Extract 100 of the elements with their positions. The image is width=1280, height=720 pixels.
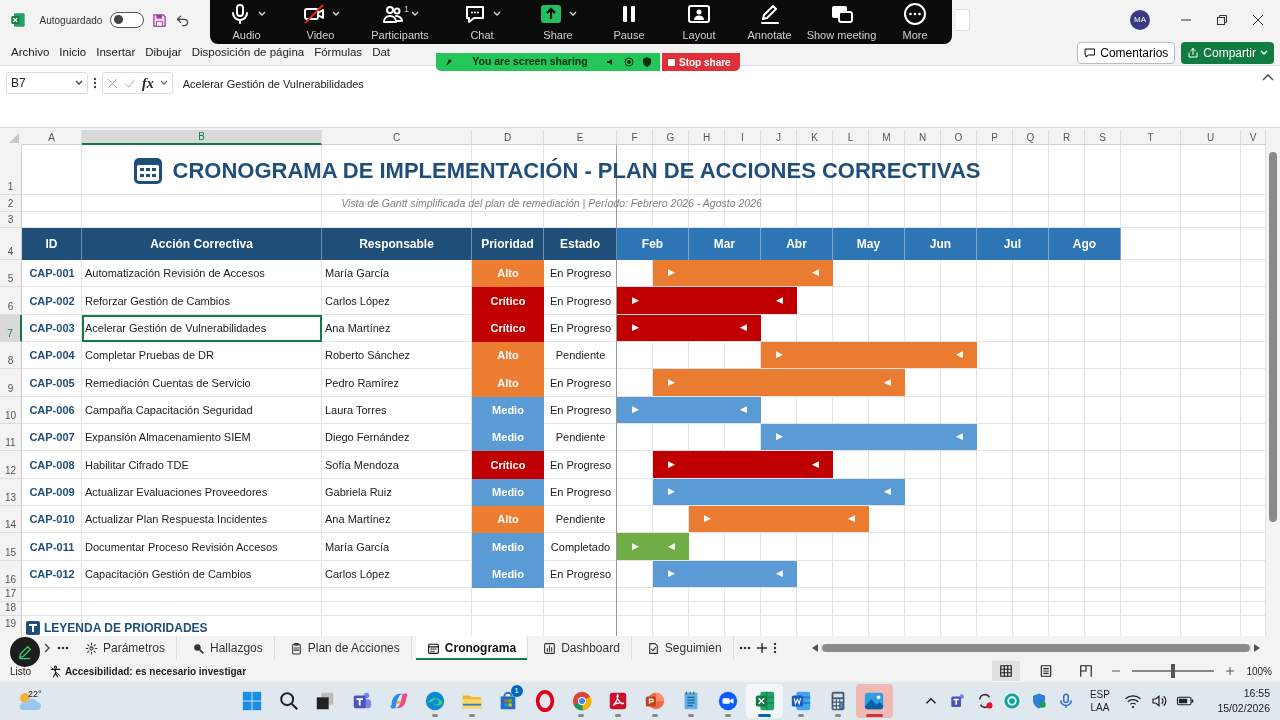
sheet-tab[interactable]: Seguimien bbox=[635, 636, 734, 660]
toolbar-button[interactable]: Layout bbox=[664, 0, 734, 44]
column-header[interactable]: D bbox=[472, 130, 544, 145]
clock[interactable]: 16:55 15/02/2026 bbox=[1217, 686, 1270, 716]
table-cell[interactable]: Completar Pruebas de DR bbox=[82, 342, 322, 370]
table-cell-text: Pendiente bbox=[554, 430, 607, 446]
table-cell-text: Pendiente bbox=[554, 348, 607, 364]
table-cell[interactable]: Actualizar Plan Respuesta Incidentes bbox=[82, 505, 322, 534]
row-header[interactable]: 8 bbox=[0, 342, 22, 370]
column-header[interactable]: K bbox=[797, 130, 833, 145]
sheet-tab[interactable]: Hallazgos bbox=[181, 636, 275, 660]
menu-item[interactable]: Insertar bbox=[91, 43, 141, 62]
row-header[interactable]: 19 bbox=[0, 615, 22, 636]
column-header[interactable]: F bbox=[617, 130, 653, 145]
menu-item[interactable]: Fórmulas bbox=[309, 43, 368, 62]
menu-item[interactable]: Inicio bbox=[54, 43, 92, 62]
toolbar-button[interactable]: Annotate bbox=[734, 0, 805, 44]
column-header[interactable]: O bbox=[941, 130, 977, 145]
table-cell-text: Laura Torres bbox=[324, 403, 388, 419]
toolbar-button[interactable]: More bbox=[878, 0, 952, 44]
column-header[interactable]: Q bbox=[1013, 130, 1049, 145]
column-header[interactable]: A bbox=[22, 130, 82, 145]
toolbar-button[interactable]: Chat bbox=[442, 0, 522, 44]
table-cell[interactable]: Expansión Almacenamiento SIEM bbox=[82, 423, 322, 452]
row-header[interactable]: 14 bbox=[0, 505, 22, 534]
menu-item[interactable]: Archivo bbox=[6, 43, 55, 62]
row-header[interactable]: 13 bbox=[0, 478, 22, 506]
row-header[interactable]: 6 bbox=[0, 287, 22, 315]
column-header[interactable]: S bbox=[1085, 130, 1121, 145]
insert-function-button[interactable]: fx bbox=[142, 72, 154, 94]
stop-share-button[interactable]: Stop share bbox=[662, 53, 740, 71]
column-header[interactable]: C bbox=[322, 130, 472, 145]
menu-item[interactable]: Disposición de página bbox=[186, 43, 310, 62]
column-header[interactable]: H bbox=[689, 130, 725, 145]
toolbar-button[interactable]: Share bbox=[522, 0, 594, 44]
column-header[interactable]: N bbox=[905, 130, 941, 145]
column-header[interactable]: E bbox=[544, 130, 617, 145]
row-header[interactable]: 5 bbox=[0, 260, 22, 288]
table-cell-text: CAP-008 bbox=[28, 457, 76, 473]
menu-item[interactable]: Dibujar bbox=[140, 43, 187, 62]
column-header[interactable]: L bbox=[833, 130, 869, 145]
row-header[interactable]: 12 bbox=[0, 451, 22, 479]
table-cell[interactable]: Actualizar Evaluaciones Proveedores bbox=[82, 478, 322, 506]
comments-button[interactable]: Comentarios bbox=[1077, 41, 1176, 64]
column-header[interactable]: P bbox=[977, 130, 1013, 145]
toolbar-button[interactable]: Audio bbox=[210, 0, 283, 44]
column-heading: Estado bbox=[544, 228, 617, 260]
toolbar-button[interactable]: Video bbox=[283, 0, 358, 44]
toolbar-button[interactable]: 1 Participants bbox=[358, 0, 442, 44]
menu-item[interactable]: Dat bbox=[367, 43, 396, 62]
column-header[interactable]: G bbox=[653, 130, 689, 145]
row-header[interactable]: 15 bbox=[0, 533, 22, 561]
user-avatar[interactable]: MA bbox=[1130, 10, 1150, 30]
formula-field[interactable]: Acelerar Gestión de Vulnerabilidades bbox=[176, 72, 1258, 93]
toolbar-label: More bbox=[902, 27, 928, 43]
sheet-tab[interactable]: Dashboard bbox=[532, 636, 632, 660]
column-heading: Acción Correctiva bbox=[82, 228, 322, 260]
row-header[interactable]: 16 bbox=[0, 560, 22, 588]
taskbar-button[interactable]: 1 bbox=[490, 684, 527, 718]
table-cell[interactable]: Campaña Capacitación Seguridad bbox=[82, 396, 322, 424]
name-box[interactable]: B7 bbox=[6, 72, 88, 94]
table-cell[interactable]: Automatización Revisión de Accesos bbox=[82, 260, 322, 288]
table-cell[interactable]: Reforzar Gestión de Cambios bbox=[82, 287, 322, 315]
row-header[interactable]: 3 bbox=[0, 212, 22, 228]
row-header[interactable]: 9 bbox=[0, 369, 22, 397]
column-header[interactable]: I bbox=[725, 130, 761, 145]
toolbar-label: Chat bbox=[470, 27, 494, 43]
month-heading: Feb bbox=[617, 228, 689, 260]
priority-badge: Crítico bbox=[472, 451, 544, 479]
sheet-tab[interactable]: Parámetros bbox=[74, 636, 178, 660]
accessibility-status[interactable]: Accesibilidad: es necesario investigar bbox=[64, 663, 247, 679]
column-header[interactable]: B bbox=[82, 130, 322, 145]
toolbar-button[interactable]: Pause bbox=[594, 0, 664, 44]
table-cell[interactable]: Habilitar Cifrado TDE bbox=[82, 451, 322, 479]
share-dropdown-button[interactable]: Compartir bbox=[1181, 41, 1274, 64]
table-cell[interactable]: Acelerar Gestión de Vulnerabilidades bbox=[82, 314, 322, 342]
section-heading: LEYENDA DE PRIORIDADES bbox=[44, 619, 208, 636]
column-header[interactable]: J bbox=[761, 130, 797, 145]
toolbar-button[interactable]: Show meeting bbox=[805, 0, 878, 44]
row-header[interactable]: 2 bbox=[0, 195, 22, 212]
column-header[interactable]: M bbox=[869, 130, 905, 145]
table-cell-text: María García bbox=[324, 539, 391, 555]
row-header[interactable]: 4 bbox=[0, 228, 22, 260]
zoom-level[interactable]: 100% bbox=[1246, 663, 1272, 679]
column-header[interactable]: U bbox=[1181, 130, 1241, 145]
row-header[interactable]: 11 bbox=[0, 423, 22, 452]
table-cell[interactable]: Capacitación Gestión de Cambios bbox=[82, 560, 322, 588]
table-cell-text: En Progreso bbox=[548, 567, 613, 582]
row-header[interactable]: 10 bbox=[0, 396, 22, 424]
sheet-tab[interactable]: Cronograma bbox=[415, 636, 529, 660]
toolbar-label: Audio bbox=[232, 27, 261, 43]
row-header[interactable]: 1 bbox=[0, 145, 22, 195]
row-header[interactable]: 7 bbox=[0, 314, 22, 342]
table-cell[interactable]: Documentar Proceso Revisión Accesos bbox=[82, 533, 322, 561]
column-header[interactable]: V bbox=[1241, 130, 1266, 145]
column-header[interactable]: R bbox=[1049, 130, 1085, 145]
sheet-tab[interactable]: Plan de Acciones bbox=[278, 636, 412, 660]
language-indicator[interactable]: ESP LAA bbox=[1089, 688, 1110, 714]
table-cell[interactable]: Remediación Cuentas de Servicio bbox=[82, 369, 322, 397]
column-header[interactable]: T bbox=[1121, 130, 1181, 145]
